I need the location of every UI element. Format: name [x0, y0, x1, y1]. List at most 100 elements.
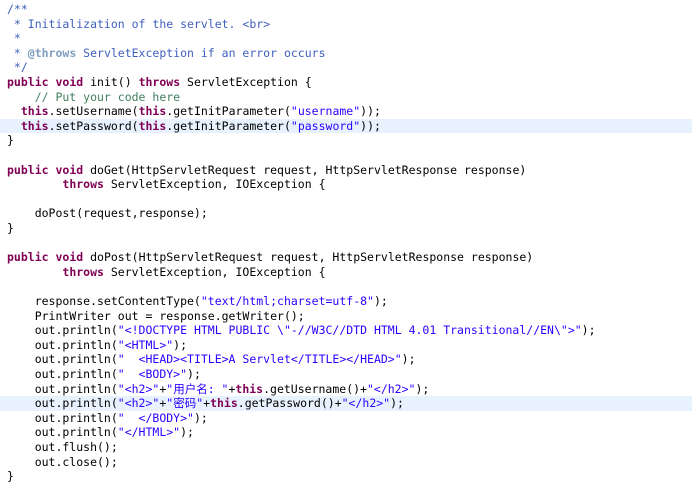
code-token-plain: ); [581, 323, 596, 338]
code-token-plain: PrintWriter out = response.getWriter(); [7, 308, 305, 323]
code-line[interactable]: out.println("<!DOCTYPE HTML PUBLIC \"-//… [0, 323, 692, 338]
code-token-plain: ); [173, 337, 188, 352]
code-line[interactable]: } [0, 469, 692, 484]
code-line[interactable]: out.println(" <BODY>"); [0, 367, 692, 382]
code-token-plain: ServletException, IOException { [103, 264, 326, 279]
code-token-plain: out.println( [7, 337, 118, 352]
code-line[interactable]: out.println(" <HEAD><TITLE>A Servlet</TI… [0, 352, 692, 367]
code-line[interactable]: doPost(request,response); [0, 206, 692, 221]
code-token-plain: out.println( [7, 425, 118, 440]
code-token-plain: ); [401, 352, 416, 367]
code-line[interactable]: out.println("<h2>"+"用户名: "+this.getUsern… [0, 382, 692, 397]
code-token-string: " <BODY>" [117, 367, 188, 381]
code-line[interactable]: out.close(); [0, 455, 692, 470]
code-line[interactable]: out.println("</HTML>"); [0, 425, 692, 440]
code-token-plain: )); [360, 104, 381, 119]
code-token-string: "<HTML>" [117, 337, 174, 352]
code-token-keyword: this [138, 118, 167, 133]
code-token-plain: out.close(); [7, 454, 118, 469]
code-token-plain: init() [83, 75, 139, 89]
code-token-plain: ); [187, 367, 201, 381]
code-token-string: "</HTML>" [117, 425, 181, 440]
code-token-comment: */ [7, 60, 28, 75]
code-token-keyword: throws [138, 75, 181, 89]
code-token-plain: .getInitParameter( [166, 104, 291, 119]
code-token-comment: /** [7, 2, 28, 16]
code-token-plain: ); [390, 396, 404, 411]
code-line[interactable]: PrintWriter out = response.getWriter(); [0, 309, 692, 324]
code-line[interactable]: */ [0, 60, 692, 75]
code-line[interactable]: // Put your code here [0, 90, 692, 105]
code-token-plain: .getInitParameter( [166, 118, 291, 133]
code-token-string: "text/html;charset=utf-8" [200, 294, 374, 308]
code-line[interactable]: out.println("<HTML>"); [0, 338, 692, 353]
code-token-plain: out.println( [7, 367, 118, 381]
code-token-javadoc-tag: @throws [27, 45, 77, 60]
code-token-keyword: void [55, 75, 84, 89]
code-token-keyword: throws [62, 177, 104, 192]
code-line[interactable] [0, 279, 692, 294]
code-token-string: "密码" [166, 396, 204, 411]
code-token-keyword: public [7, 250, 49, 265]
code-token-plain: doGet(HttpServletRequest request, HttpSe… [83, 162, 527, 177]
code-token-string: " <HEAD><TITLE>A Servlet</TITLE></HEAD>" [117, 352, 402, 367]
code-token-keyword: public [7, 75, 49, 89]
code-token-plain: .setPassword( [48, 118, 139, 133]
code-line[interactable] [0, 148, 692, 163]
code-token-string: " </BODY>" [117, 410, 194, 425]
code-token-plain: ); [415, 381, 430, 396]
code-line-highlighted[interactable]: this.setPassword(this.getInitParameter("… [0, 118, 692, 134]
code-token-plain: } [7, 469, 14, 484]
code-token-plain: } [7, 133, 14, 148]
code-token-plain: out.flush(); [7, 440, 118, 454]
code-token-keyword: public [7, 162, 49, 177]
code-line[interactable]: out.flush(); [0, 440, 692, 455]
code-line[interactable]: public void doPost(HttpServletRequest re… [0, 250, 692, 265]
code-token-keyword: this [235, 381, 264, 396]
code-token-keyword: void [55, 250, 84, 265]
code-editor[interactable]: /** * Initialization of the servlet. <br… [0, 0, 692, 491]
code-token-plain: out.println( [7, 381, 118, 396]
code-token-comment: * [7, 45, 28, 60]
code-line[interactable]: throws ServletException, IOException { [0, 177, 692, 192]
code-line[interactable]: out.println(" </BODY>"); [0, 411, 692, 426]
code-line[interactable]: throws ServletException, IOException { [0, 265, 692, 280]
code-token-plain: ); [180, 425, 194, 440]
code-token-keyword: void [55, 162, 84, 177]
code-line[interactable]: /** [0, 2, 692, 17]
code-token-plain: ); [373, 294, 388, 308]
code-token-keyword: throws [62, 264, 104, 279]
code-line[interactable]: * Initialization of the servlet. <br> [0, 17, 692, 32]
code-token-comment: * Initialization of the servlet. <br> [7, 16, 271, 31]
code-line[interactable]: } [0, 221, 692, 236]
code-token-plain: .setUsername( [48, 104, 139, 119]
code-token-string: "username" [290, 104, 361, 119]
code-line[interactable]: public void init() throws ServletExcepti… [0, 75, 692, 90]
code-token-plain: .getUsername()+ [263, 381, 367, 396]
code-token-comment: ServletException if an error occurs [76, 45, 326, 60]
code-token-plain: ServletException, IOException { [103, 177, 326, 192]
code-token-keyword: this [210, 396, 238, 411]
code-line[interactable]: * [0, 31, 692, 46]
code-line[interactable] [0, 236, 692, 251]
code-token-plain: out.println( [7, 323, 118, 338]
code-token-plain: doPost(HttpServletRequest request, HttpS… [83, 250, 534, 265]
code-token-plain: out.println( [7, 396, 118, 411]
code-line[interactable] [0, 192, 692, 207]
code-line[interactable]: this.setUsername(this.getInitParameter("… [0, 104, 692, 119]
code-token-string: "用户名: " [166, 381, 229, 396]
code-line[interactable]: public void doGet(HttpServletRequest req… [0, 163, 692, 178]
code-token-line-comment: // Put your code here [7, 89, 181, 104]
code-token-string: "<!DOCTYPE HTML PUBLIC \"-//W3C//DTD HTM… [117, 323, 582, 338]
code-line[interactable]: * @throws ServletException if an error o… [0, 46, 692, 61]
code-line-highlighted[interactable]: out.println("<h2>"+"密码"+this.getPassword… [0, 396, 692, 411]
code-line[interactable]: response.setContentType("text/html;chars… [0, 294, 692, 309]
code-token-plain: ServletException { [180, 75, 312, 89]
code-token-keyword: this [20, 104, 49, 119]
code-token-plain: doPost(request,response); [7, 206, 208, 221]
code-line[interactable]: } [0, 133, 692, 148]
code-token-keyword: this [138, 104, 167, 119]
